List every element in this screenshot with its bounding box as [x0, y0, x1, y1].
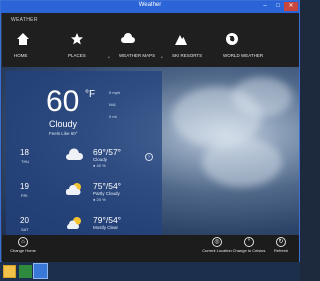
nav-item-home[interactable]: HOME — [11, 31, 57, 65]
current-condition: Cloudy — [49, 119, 78, 129]
change-home-button[interactable]: ⌂ Change Home — [6, 237, 40, 263]
refresh-button[interactable]: ↻ Refresh — [264, 237, 298, 263]
maximize-button[interactable]: □ — [272, 2, 284, 11]
nav-item-label: PLACES — [68, 53, 86, 58]
forecast-high-low: 75°/54° — [93, 181, 122, 191]
forecast-precipitation: ● 20 % — [93, 197, 106, 202]
nav-item-world-weather[interactable]: WORLD WEATHER — [220, 31, 266, 65]
mountain-icon — [175, 35, 187, 45]
store-icon[interactable] — [19, 265, 32, 278]
weather-background: 60 °F Cloudy Feels Like 60° 0 mph N/A 0 … — [2, 67, 299, 235]
forecast-weekday: FRI — [21, 193, 28, 198]
forecast-weekday: SAT — [21, 227, 29, 232]
forecast-high-low: 79°/54° — [93, 215, 122, 225]
app-bar-label: Change to Celsius — [232, 248, 266, 253]
app-label: WEATHER — [11, 17, 38, 23]
app-bar-label: Refresh — [273, 248, 288, 253]
home-icon — [17, 33, 29, 45]
cloud-icon — [121, 33, 135, 43]
forecast-high-low: 69°/57° — [93, 147, 122, 157]
minimize-button[interactable]: – — [259, 2, 271, 11]
cloudy-icon — [66, 148, 84, 160]
weather-app-icon[interactable] — [33, 263, 48, 279]
file-explorer-icon[interactable] — [3, 265, 16, 278]
window-title: Weather — [138, 2, 162, 8]
partly-cloudy-icon — [66, 183, 81, 195]
app-bar-label: Current Location — [202, 248, 232, 253]
home-icon: ⌂ — [18, 237, 28, 247]
change-to-celsius-button[interactable]: ° Change to Celsius — [232, 237, 266, 263]
weather-window: Weather – □ ✕ WEATHER HOME PLACES • WEAT… — [0, 0, 300, 263]
nav-item-weather-maps[interactable]: WEATHER MAPS — [116, 31, 162, 65]
humidity-value: N/A — [109, 102, 116, 107]
nav-separator: • — [108, 55, 110, 61]
celsius-icon: ° — [244, 237, 254, 247]
nav-item-label: WORLD WEATHER — [223, 53, 264, 58]
nav-separator: • — [161, 55, 163, 61]
forecast-day[interactable]: 19 FRI 75°/54° Partly Cloudy ● 20 % — [16, 181, 156, 209]
temperature-unit: °F — [85, 89, 96, 100]
forecast-day[interactable]: 20 SAT 79°/54° Mostly Clear — [16, 215, 156, 235]
forecast-condition: Partly Cloudy — [93, 191, 120, 196]
nav-item-places[interactable]: PLACES — [65, 31, 111, 65]
partly-sunny-icon — [67, 217, 81, 229]
wind-value: 0 mph — [109, 90, 121, 95]
taskbar — [0, 262, 300, 281]
cloud-shape — [202, 137, 282, 187]
forecast-day[interactable]: 18 THU 69°/57° Cloudy ● 40 % — [16, 147, 156, 175]
nav-item-label: HOME — [14, 53, 28, 58]
globe-icon — [226, 33, 238, 45]
nav-item-label: SKI RESORTS — [172, 53, 203, 58]
forecast-condition: Cloudy — [93, 157, 108, 162]
forecast-date: 19 — [20, 182, 29, 191]
visibility-value: 0 mi — [109, 114, 117, 119]
forecast-date: 20 — [20, 216, 29, 225]
refresh-icon: ↻ — [276, 237, 286, 247]
forecast-next-arrow[interactable]: › — [145, 153, 153, 161]
nav-item-ski-resorts[interactable]: SKI RESORTS — [169, 31, 215, 65]
app-bar-label: Change Home — [10, 248, 36, 253]
nav-bar: WEATHER HOME PLACES • WEATHER MAPS • SKI — [2, 13, 299, 67]
feels-like: Feels Like 60° — [49, 131, 78, 136]
location-icon: ◎ — [212, 237, 222, 247]
nav-item-label: WEATHER MAPS — [119, 53, 156, 58]
forecast-date: 18 — [20, 148, 29, 157]
title-bar[interactable]: Weather – □ ✕ — [1, 1, 299, 13]
star-icon — [71, 33, 83, 45]
forecast-weekday: THU — [21, 159, 30, 164]
forecast-condition: Mostly Clear — [93, 225, 119, 230]
forecast-precipitation: ● 40 % — [93, 163, 106, 168]
current-temperature: 60 — [46, 85, 80, 118]
current-location-button[interactable]: ◎ Current Location — [200, 237, 234, 263]
app-bar: ⌂ Change Home ◎ Current Location ° Chang… — [2, 235, 299, 263]
close-button[interactable]: ✕ — [284, 2, 298, 11]
cloud-shape — [232, 77, 292, 117]
